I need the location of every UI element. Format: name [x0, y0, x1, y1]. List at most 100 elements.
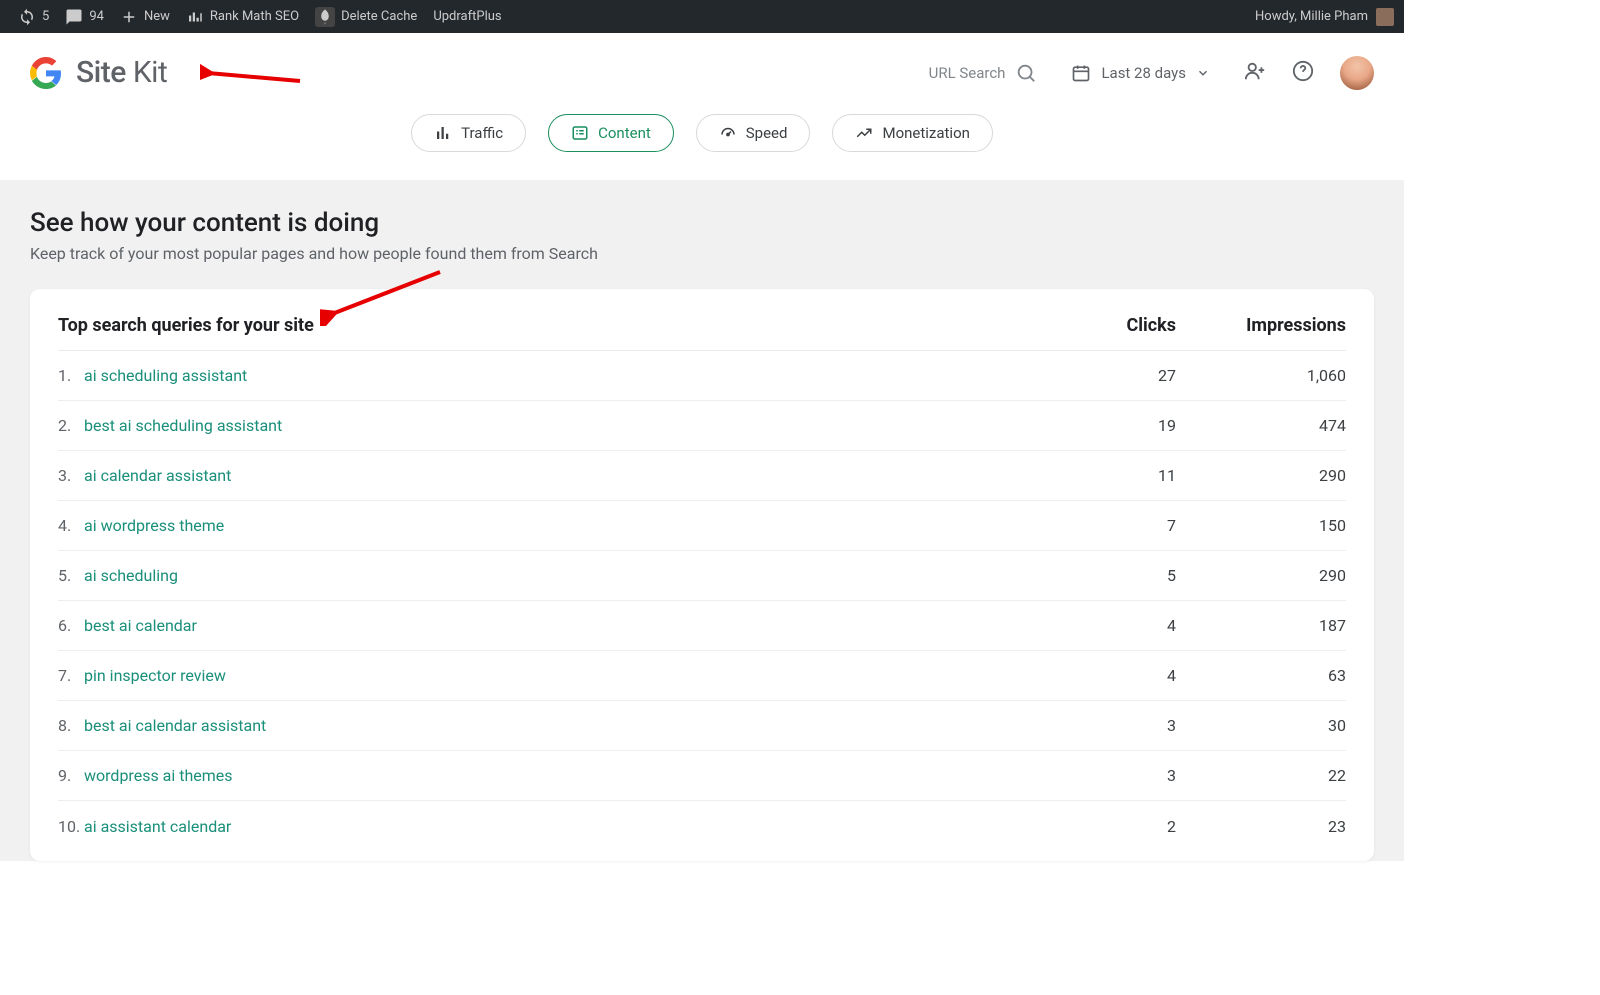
plus-icon [120, 8, 138, 26]
query-link[interactable]: ai assistant calendar [84, 817, 231, 836]
wp-admin-bar: 5 94 New Rank Math SEO Delete Cache Updr… [0, 0, 1404, 33]
row-index: 10. [58, 817, 84, 836]
impressions-value: 30 [1176, 716, 1346, 735]
sitekit-header: Site Kit URL Search Last 28 days [0, 33, 1404, 100]
section-title: See how your content is doing [30, 208, 1374, 238]
date-range-picker[interactable]: Last 28 days [1063, 57, 1218, 89]
bars-icon [186, 8, 204, 26]
impressions-value: 187 [1176, 616, 1346, 635]
admin-refresh[interactable]: 5 [10, 0, 57, 33]
impressions-value: 290 [1176, 466, 1346, 485]
add-user-button[interactable] [1244, 60, 1266, 86]
date-range-label: Last 28 days [1101, 64, 1186, 82]
row-index: 7. [58, 666, 84, 685]
tab-traffic-label: Traffic [461, 124, 503, 142]
howdy-text[interactable]: Howdy, Millie Pham [1255, 9, 1368, 24]
tab-content[interactable]: Content [548, 114, 674, 152]
table-row: 4.ai wordpress theme7150 [58, 501, 1346, 551]
query-link[interactable]: best ai scheduling assistant [84, 416, 282, 435]
clicks-value: 4 [1006, 666, 1176, 685]
col-impressions-header: Impressions [1176, 315, 1346, 336]
rankmath-label: Rank Math SEO [210, 9, 299, 24]
impressions-value: 63 [1176, 666, 1346, 685]
tab-traffic[interactable]: Traffic [411, 114, 526, 152]
row-index: 1. [58, 366, 84, 385]
sitekit-logo: Site Kit [30, 55, 167, 90]
table-row: 1.ai scheduling assistant271,060 [58, 351, 1346, 401]
table-row: 9.wordpress ai themes 322 [58, 751, 1346, 801]
rocket-icon [315, 7, 335, 27]
query-link[interactable]: ai wordpress theme [84, 516, 224, 535]
search-icon [1015, 62, 1037, 84]
admin-new[interactable]: New [112, 0, 178, 33]
clicks-value: 7 [1006, 516, 1176, 535]
admin-deletecache[interactable]: Delete Cache [307, 0, 425, 33]
sitekit-brand: Site Kit [76, 55, 167, 90]
impressions-value: 290 [1176, 566, 1346, 585]
query-link[interactable]: pin inspector review [84, 666, 226, 685]
url-search-label: URL Search [929, 64, 1006, 82]
admin-avatar[interactable] [1376, 8, 1394, 26]
table-row: 2.best ai scheduling assistant 19474 [58, 401, 1346, 451]
comment-icon [65, 8, 83, 26]
col-clicks-header: Clicks [1006, 315, 1176, 336]
clicks-value: 27 [1006, 366, 1176, 385]
impressions-value: 474 [1176, 416, 1346, 435]
section-subtitle: Keep track of your most popular pages an… [30, 244, 1374, 263]
impressions-value: 22 [1176, 766, 1346, 785]
table-row: 7.pin inspector review 463 [58, 651, 1346, 701]
clicks-value: 2 [1006, 817, 1176, 836]
content-section: See how your content is doing Keep track… [0, 180, 1404, 861]
chevron-down-icon [1196, 66, 1210, 80]
query-link[interactable]: ai scheduling [84, 566, 178, 585]
list-icon [571, 124, 589, 142]
dashboard-tabs: Traffic Content Speed Monetization [0, 100, 1404, 180]
help-button[interactable] [1292, 60, 1314, 86]
query-link[interactable]: wordpress ai themes [84, 766, 233, 785]
user-avatar[interactable] [1340, 56, 1374, 90]
row-index: 3. [58, 466, 84, 485]
top-queries-card: Top search queries for your site Clicks … [30, 289, 1374, 861]
clicks-value: 11 [1006, 466, 1176, 485]
bars-icon [434, 124, 452, 142]
google-g-icon [30, 57, 62, 89]
annotation-arrow-logo [200, 63, 310, 93]
row-index: 9. [58, 766, 84, 785]
url-search[interactable]: URL Search [929, 62, 1038, 84]
tab-monetization-label: Monetization [882, 124, 969, 142]
updraft-label: UpdraftPlus [433, 9, 501, 24]
admin-rankmath[interactable]: Rank Math SEO [178, 0, 307, 33]
trend-up-icon [855, 124, 873, 142]
admin-comments[interactable]: 94 [57, 0, 112, 33]
table-row: 5.ai scheduling 5290 [58, 551, 1346, 601]
tab-speed[interactable]: Speed [696, 114, 811, 152]
query-link[interactable]: ai scheduling assistant [84, 366, 247, 385]
clicks-value: 3 [1006, 716, 1176, 735]
query-link[interactable]: best ai calendar assistant [84, 716, 266, 735]
tab-content-label: Content [598, 124, 651, 142]
gauge-icon [719, 124, 737, 142]
query-link[interactable]: ai calendar assistant [84, 466, 231, 485]
table-row: 10.ai assistant calendar 223 [58, 801, 1346, 851]
clicks-value: 5 [1006, 566, 1176, 585]
calendar-icon [1071, 63, 1091, 83]
tab-monetization[interactable]: Monetization [832, 114, 992, 152]
table-rows: 1.ai scheduling assistant271,0602.best a… [58, 351, 1346, 851]
row-index: 8. [58, 716, 84, 735]
clicks-value: 19 [1006, 416, 1176, 435]
row-index: 2. [58, 416, 84, 435]
query-link[interactable]: best ai calendar [84, 616, 197, 635]
tab-speed-label: Speed [746, 124, 788, 142]
clicks-value: 3 [1006, 766, 1176, 785]
table-row: 6.best ai calendar4187 [58, 601, 1346, 651]
refresh-icon [18, 8, 36, 26]
card-title: Top search queries for your site [58, 315, 1006, 336]
refresh-count: 5 [42, 9, 49, 24]
table-row: 3.ai calendar assistant 11290 [58, 451, 1346, 501]
table-row: 8.best ai calendar assistant 330 [58, 701, 1346, 751]
admin-updraft[interactable]: UpdraftPlus [425, 0, 509, 33]
row-index: 5. [58, 566, 84, 585]
clicks-value: 4 [1006, 616, 1176, 635]
impressions-value: 23 [1176, 817, 1346, 836]
comments-count: 94 [89, 9, 104, 24]
